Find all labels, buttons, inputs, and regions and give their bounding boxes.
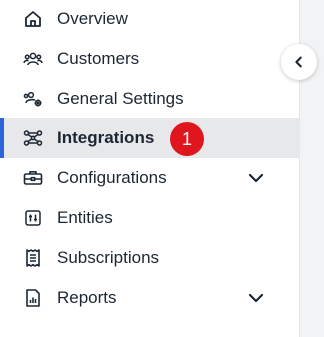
sidebar-item-general-settings[interactable]: General Settings [0, 79, 299, 119]
home-icon [22, 9, 44, 29]
chevron-down-icon[interactable] [247, 290, 265, 306]
sidebar-item-label: Entities [57, 208, 113, 227]
sidebar-item-label: General Settings [57, 89, 184, 108]
entities-icon [22, 208, 44, 228]
toolbox-icon [22, 168, 44, 188]
sidebar-item-configurations[interactable]: Configurations [0, 158, 299, 198]
report-icon [22, 288, 44, 308]
integrations-icon [22, 128, 44, 148]
chevron-left-icon [295, 56, 302, 68]
notification-badge: 1 [170, 122, 204, 156]
collapse-sidebar-button[interactable] [281, 44, 317, 80]
users-gear-icon [22, 89, 44, 109]
sidebar-item-integrations[interactable]: Integrations 1 [0, 118, 299, 158]
sidebar: Overview Customers General Settings Inte… [0, 0, 299, 337]
sidebar-item-overview[interactable]: Overview [0, 0, 299, 39]
sidebar-item-label: Subscriptions [57, 248, 160, 267]
sidebar-item-reports[interactable]: Reports [0, 278, 299, 318]
sidebar-item-label: Overview [57, 9, 128, 28]
chevron-down-icon[interactable] [247, 170, 265, 186]
sidebar-item-label: Integrations [57, 128, 155, 147]
sidebar-item-label: Configurations [57, 168, 167, 187]
sidebar-item-customers[interactable]: Customers [0, 39, 299, 79]
sidebar-item-label: Reports [57, 288, 117, 307]
users-icon [22, 49, 44, 69]
sidebar-item-entities[interactable]: Entities [0, 198, 299, 238]
receipt-icon [22, 248, 44, 268]
sidebar-item-label: Customers [57, 49, 140, 68]
sidebar-item-subscriptions[interactable]: Subscriptions [0, 238, 299, 278]
